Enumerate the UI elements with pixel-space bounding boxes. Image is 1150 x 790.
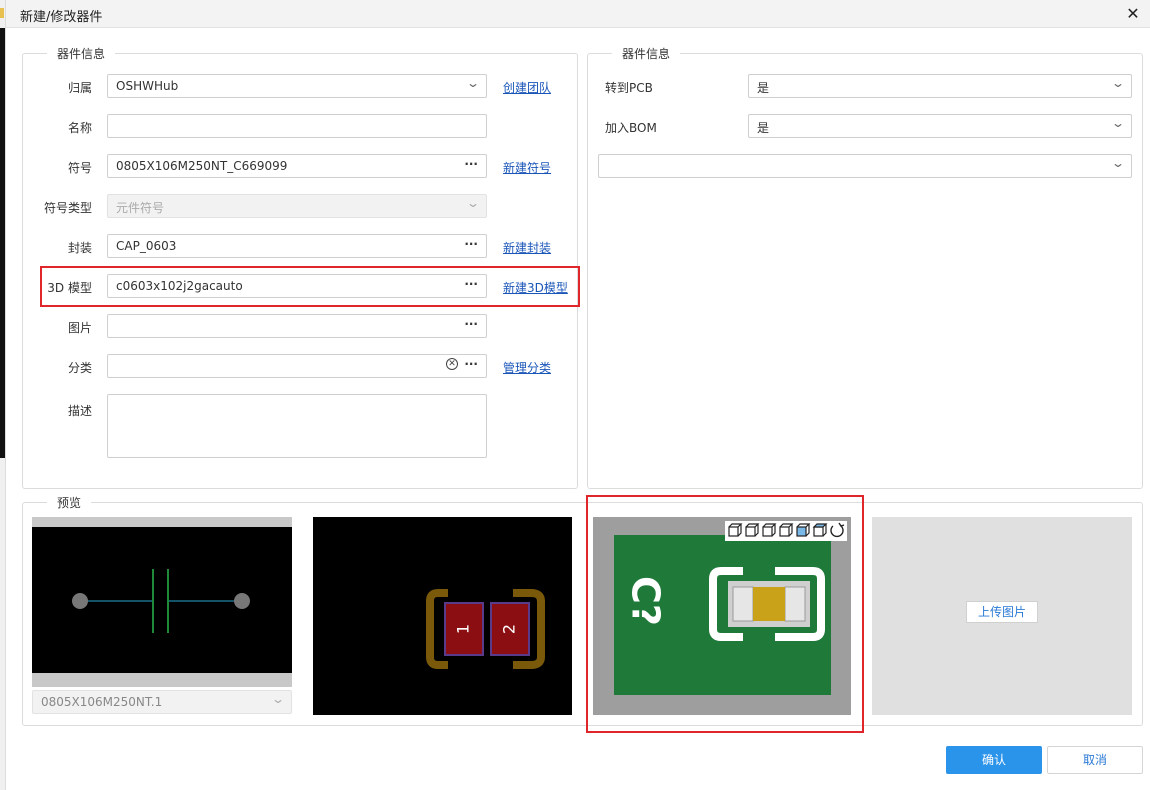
view-front-icon[interactable] bbox=[727, 522, 743, 538]
background-window-edge bbox=[0, 0, 6, 790]
group-legend: 预览 bbox=[57, 496, 82, 510]
add-bom-select[interactable]: 是 ⌄ bbox=[748, 114, 1132, 138]
category-input[interactable]: ✕ ··· bbox=[107, 354, 487, 378]
confirm-button[interactable]: 确认 bbox=[946, 746, 1042, 774]
3d-view-toolbar bbox=[725, 521, 847, 541]
symbol-version-select[interactable]: 0805X106M250NT.1 ⌄ bbox=[32, 690, 292, 714]
footprint-input[interactable]: CAP_0603 ··· bbox=[107, 234, 487, 258]
chevron-down-icon: ⌄ bbox=[1110, 156, 1126, 170]
chevron-down-icon: ⌄ bbox=[465, 76, 481, 90]
description-label: 描述 bbox=[67, 404, 92, 418]
close-icon[interactable]: ✕ bbox=[1122, 3, 1144, 25]
symbol-input[interactable]: 0805X106M250NT_C669099 ··· bbox=[107, 154, 487, 178]
device-info-group-right: 器件信息 bbox=[587, 45, 1143, 489]
extra-select[interactable]: ⌄ bbox=[598, 154, 1132, 178]
description-textarea[interactable] bbox=[107, 394, 487, 458]
3d-model-preview[interactable]: C? bbox=[593, 517, 851, 715]
image-input[interactable]: ··· bbox=[107, 314, 487, 338]
upload-image-button[interactable]: 上传图片 bbox=[966, 601, 1038, 623]
belong-label: 归属 bbox=[67, 81, 92, 95]
create-team-link[interactable]: 创建团队 bbox=[503, 79, 551, 96]
background-dark-panel bbox=[0, 28, 5, 458]
more-dots-icon[interactable]: ··· bbox=[464, 157, 478, 171]
symbol-label: 符号 bbox=[67, 161, 92, 175]
footprint-label: 封装 bbox=[67, 241, 92, 255]
view-left-icon[interactable] bbox=[761, 522, 777, 538]
clear-circle-icon[interactable]: ✕ bbox=[446, 358, 458, 370]
rotate-icon[interactable] bbox=[829, 522, 845, 538]
to-pcb-label: 转到PCB bbox=[605, 81, 653, 95]
new-footprint-link[interactable]: 新建封装 bbox=[503, 239, 551, 256]
footprint-pad-1-label: 1 bbox=[454, 624, 473, 634]
chevron-down-icon: ⌄ bbox=[465, 196, 481, 210]
view-back-icon[interactable] bbox=[744, 522, 760, 538]
more-dots-icon[interactable]: ··· bbox=[464, 357, 478, 371]
view-bottom-icon[interactable] bbox=[812, 522, 828, 538]
view-top-icon[interactable] bbox=[795, 522, 811, 538]
manage-category-link[interactable]: 管理分类 bbox=[503, 359, 551, 376]
more-dots-icon[interactable]: ··· bbox=[464, 317, 478, 331]
symbol-preview[interactable] bbox=[32, 517, 292, 687]
name-label: 名称 bbox=[67, 121, 92, 135]
to-pcb-select[interactable]: 是 ⌄ bbox=[748, 74, 1132, 98]
add-bom-label: 加入BOM bbox=[605, 121, 657, 135]
symbol-preview-canvas bbox=[32, 527, 292, 673]
more-dots-icon[interactable]: ··· bbox=[464, 277, 478, 291]
chevron-down-icon: ⌄ bbox=[1110, 116, 1126, 130]
belong-select[interactable]: OSHWHub ⌄ bbox=[107, 74, 487, 98]
view-right-icon[interactable] bbox=[778, 522, 794, 538]
name-input[interactable] bbox=[107, 114, 487, 138]
footprint-pad-2-label: 2 bbox=[500, 624, 519, 634]
more-dots-icon[interactable]: ··· bbox=[464, 237, 478, 251]
chevron-down-icon: ⌄ bbox=[1110, 76, 1126, 90]
group-legend: 器件信息 bbox=[622, 47, 671, 61]
cancel-button[interactable]: 取消 bbox=[1047, 746, 1143, 774]
footprint-preview-canvas: 1 2 bbox=[426, 589, 545, 669]
dialog-titlebar: 新建/修改器件 ✕ bbox=[6, 0, 1150, 28]
symbol-type-label: 符号类型 bbox=[43, 201, 92, 215]
footprint-preview[interactable]: 1 2 bbox=[313, 517, 572, 715]
new-3d-model-link[interactable]: 新建3D模型 bbox=[503, 279, 568, 296]
image-preview: 上传图片 bbox=[872, 517, 1132, 715]
new-symbol-link[interactable]: 新建符号 bbox=[503, 159, 551, 176]
group-legend: 器件信息 bbox=[57, 47, 106, 61]
3d-model-preview-canvas: C? bbox=[614, 535, 831, 695]
image-label: 图片 bbox=[67, 321, 92, 335]
category-label: 分类 bbox=[67, 361, 92, 375]
3d-model-input[interactable]: c0603x102j2gacauto ··· bbox=[107, 274, 487, 298]
dialog-title: 新建/修改器件 bbox=[20, 10, 103, 25]
background-marker bbox=[0, 8, 4, 18]
symbol-type-select: 元件符号 ⌄ bbox=[107, 194, 487, 218]
3d-model-designator: C? bbox=[624, 576, 668, 626]
3d-model-label: 3D 模型 bbox=[47, 281, 92, 295]
chevron-down-icon: ⌄ bbox=[270, 692, 286, 706]
